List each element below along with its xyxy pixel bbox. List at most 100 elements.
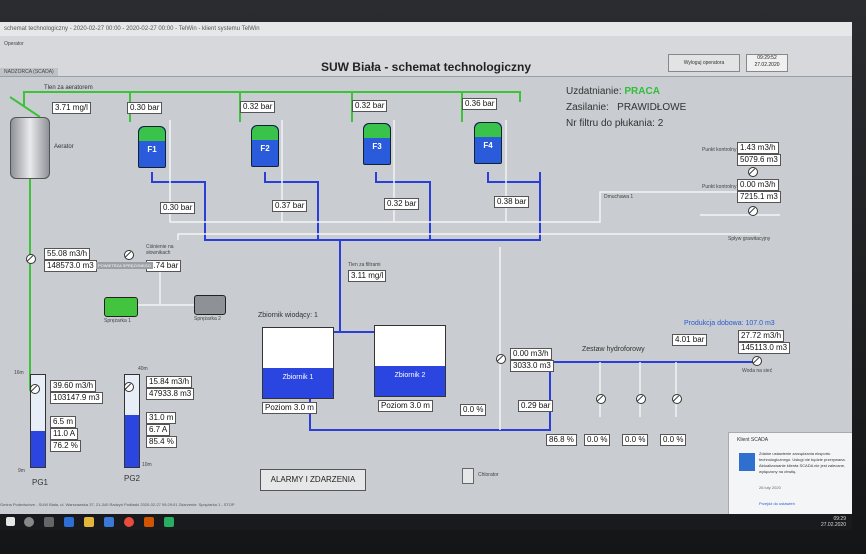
to-network-label: Woda na sieć	[742, 368, 773, 374]
filter-f2-name: F2	[260, 144, 270, 153]
compressor-1-label: Sprężarka 1	[104, 318, 131, 324]
app-icon[interactable]	[144, 517, 154, 527]
air-tag: POWIETRZA SPRĘŻONEGO	[96, 262, 153, 269]
filter-f3-name: F3	[372, 142, 382, 151]
hydrofor-label: Zestaw hydroforowy	[582, 346, 645, 353]
hydrofor-in-flow: 0.00 m3/h	[510, 348, 552, 360]
pg1-v2: 11.0 A	[50, 428, 79, 440]
splyw-label: Spływ grawitacyjny	[728, 236, 771, 242]
pump-p1-pct: 86.8 %	[546, 434, 577, 446]
uzdatnianie-value: PRACA	[624, 86, 660, 97]
pg2-v3: 85.4 %	[146, 436, 177, 448]
pg2-v2: 6.7 A	[146, 424, 171, 436]
cisnienie-label: Ciśnienie na słownikach	[146, 244, 174, 256]
compressor-1[interactable]	[104, 297, 138, 317]
raw-water-valve[interactable]	[26, 254, 36, 264]
status-uzdatnianie: Uzdatnianie: PRACA	[566, 86, 660, 97]
pg2-total: 47933.8 m3	[146, 388, 195, 400]
pkt1-label: Punkt kontrolny 1	[702, 147, 741, 153]
aerator-label: Aerator	[54, 144, 74, 150]
pkt2-valve[interactable]	[748, 206, 758, 216]
status-nr-filtru: Nr filtru do płukania: 2	[566, 118, 663, 129]
tank-1-level: Poziom 3.0 m	[262, 402, 317, 414]
pg1-v3: 76.2 %	[50, 440, 81, 452]
pump-p2-valve[interactable]	[596, 394, 606, 404]
chlorator-unit[interactable]	[462, 468, 474, 484]
pump-p3-pct: 0.0 %	[622, 434, 649, 446]
nr-filtru-label: Nr filtru do płukania:	[566, 118, 655, 129]
f4-pressure-in: 0.36 bar	[462, 98, 498, 110]
produkcja-total: 145113.0 m3	[738, 342, 791, 354]
store-icon[interactable]	[104, 517, 114, 527]
f3-pressure-in: 0.32 bar	[352, 100, 388, 112]
pg1-total: 103147.9 m3	[50, 392, 103, 404]
hydrofor-out-pressure: 4.01 bar	[672, 334, 708, 346]
dmuchawa-label: Dmuchawa 1	[604, 194, 634, 200]
alarms-button[interactable]: ALARMY I ZDARZENIA	[260, 469, 366, 491]
toast-header: Klient SCADA	[737, 437, 769, 443]
pkt1-total: 5079.6 m3	[737, 154, 781, 166]
pkt1-flow: 1.43 m3/h	[737, 142, 779, 154]
chrome-icon[interactable]	[124, 517, 134, 527]
f1-pressure-out: 0.30 bar	[160, 202, 196, 214]
toast-body: Zdalne ustawienie zarządzania eksportu t…	[759, 451, 846, 474]
search-icon[interactable]	[24, 517, 34, 527]
task-view-icon[interactable]	[44, 517, 54, 527]
compressor-2[interactable]	[194, 295, 226, 315]
pg2-name: PG2	[124, 474, 141, 483]
uzdatnianie-label: Uzdatnianie:	[566, 86, 622, 97]
compressor-2-label: Sprężarka 2	[194, 316, 221, 322]
network-valve[interactable]	[752, 356, 762, 366]
filter-f2[interactable]: F2	[251, 125, 279, 167]
zbiornik-wiodacy-label: Zbiornik wiodący:	[258, 312, 313, 319]
hydrofor-pressure: 0.29 bar	[518, 400, 554, 412]
f4-pressure-out: 0.38 bar	[494, 196, 530, 208]
tank-1-name: Zbiornik 1	[282, 374, 314, 381]
aerator-tank	[10, 117, 50, 179]
tlen-filtry-value: 3.11 mg/l	[348, 270, 387, 282]
taskbar-date: 27.02.2020	[820, 522, 846, 528]
f2-pressure-out: 0.37 bar	[272, 200, 308, 212]
tank-1[interactable]: Zbiornik 1	[262, 327, 334, 399]
pump-p3-valve[interactable]	[636, 394, 646, 404]
nr-filtru-value: 2	[657, 118, 664, 129]
edge-browser-icon[interactable]	[64, 517, 74, 527]
system-tray-clock[interactable]: 09:29 27.02.2020	[821, 516, 846, 528]
hydrofor-in-total: 3033.0 m3	[510, 360, 554, 372]
scada-screen: schemat technologiczny - 2020-02-27 00:0…	[0, 22, 852, 530]
pg1-valve[interactable]	[30, 384, 40, 394]
hydrofor-inlet-valve[interactable]	[496, 354, 506, 364]
pg2-valve[interactable]	[124, 382, 134, 392]
pump-p2-pct: 0.0 %	[584, 434, 611, 446]
pg1-v1: 6.5 m	[50, 416, 77, 428]
filter-f3[interactable]: F3	[363, 123, 391, 165]
pg2-v1: 31.0 m	[146, 412, 177, 424]
file-explorer-icon[interactable]	[84, 517, 94, 527]
tank-2[interactable]: Zbiornik 2	[374, 325, 446, 397]
zasilanie-label: Zasilanie:	[566, 102, 609, 113]
filter-f4[interactable]: F4	[474, 122, 502, 164]
pg1-depth-bottom: 9m	[18, 468, 25, 474]
pump-p4-valve[interactable]	[672, 394, 682, 404]
taskbar: 09:29 27.02.2020	[0, 514, 852, 530]
f2-pressure-in: 0.32 bar	[240, 101, 276, 113]
zasilanie-value: PRAWIDŁOWE	[617, 102, 687, 113]
f1-pressure-in: 0.30 bar	[127, 102, 163, 114]
air-valve[interactable]	[124, 250, 134, 260]
f3-pressure-out: 0.32 bar	[384, 198, 420, 210]
tank-2-name: Zbiornik 2	[394, 372, 426, 379]
raw-water-total: 148573.0 m3	[44, 260, 97, 272]
pg2-flow: 15.84 m3/h	[146, 376, 193, 388]
scada-app-icon	[739, 453, 755, 471]
filter-f1[interactable]: F1	[138, 126, 166, 168]
start-icon[interactable]	[6, 517, 15, 526]
pkt2-flow: 0.00 m3/h	[737, 179, 779, 191]
tlen-aerator-value: 3.71 mg/l	[52, 102, 91, 114]
produkcja-label: Produkcja dobowa: 107.0 m3	[684, 320, 775, 327]
status-zasilanie: Zasilanie: PRAWIDŁOWE	[566, 102, 686, 113]
pkt1-valve[interactable]	[748, 167, 758, 177]
tlen-filtry-label: Tlen za filtrami	[348, 262, 381, 268]
tlen-aerator-label: Tlen za aeratorem	[44, 85, 93, 91]
scada-taskbar-icon[interactable]	[164, 517, 174, 527]
pg1-name: PG1	[32, 478, 49, 487]
